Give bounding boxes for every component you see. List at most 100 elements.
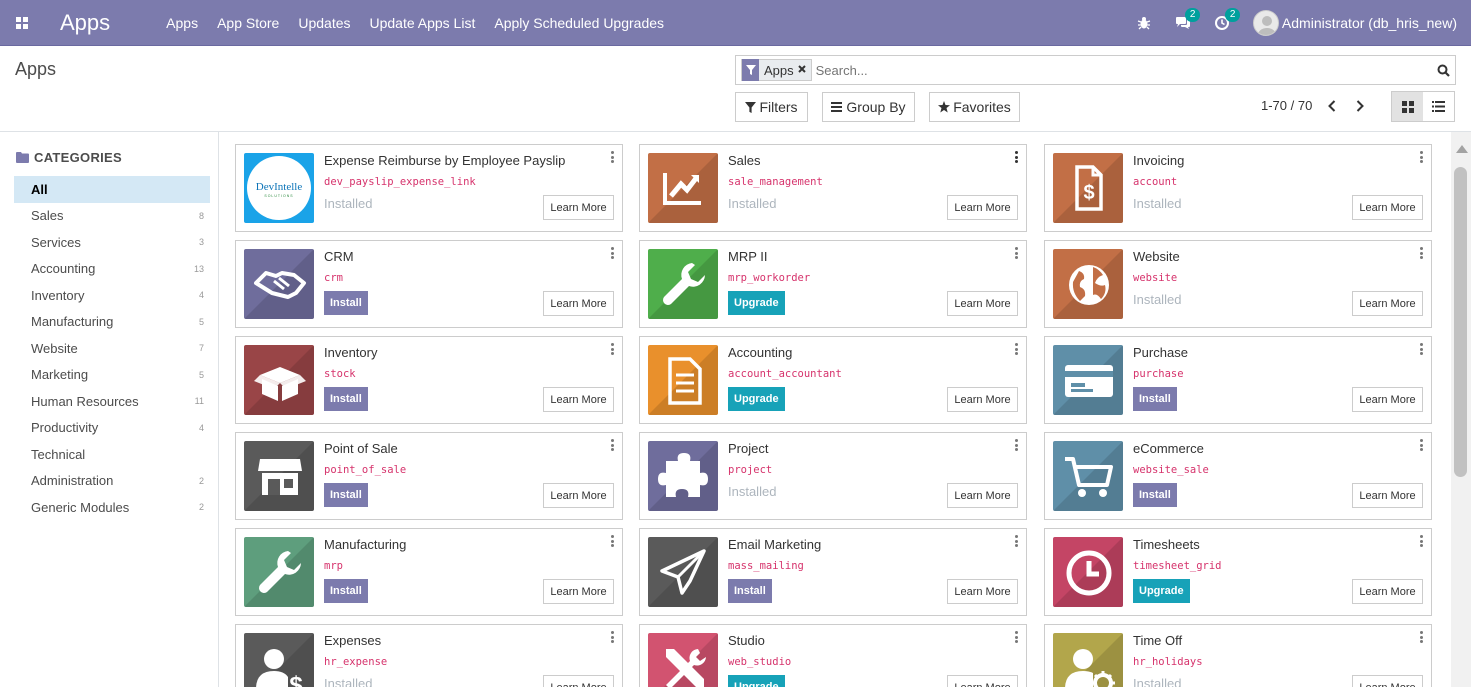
more-options-icon[interactable] [1420,247,1424,259]
install-button[interactable]: Install [1133,483,1177,507]
more-options-icon[interactable] [611,439,615,451]
scroll-up-arrow-icon[interactable] [1456,145,1468,153]
sidebar-item-inventory[interactable]: Inventory 4 [14,282,210,309]
more-options-icon[interactable] [611,151,615,163]
app-card[interactable]: DevIntelle SOLUTIONS Expense Reimburse by … [235,144,623,232]
more-options-icon[interactable] [611,343,615,355]
upgrade-button[interactable]: Upgrade [1133,579,1190,603]
app-card[interactable]: Time Off hr_holidays Installed Learn More [1044,624,1432,687]
learn-more-button[interactable]: Learn More [947,675,1018,687]
sidebar-item-accounting[interactable]: Accounting 13 [14,256,210,283]
install-button[interactable]: Install [324,483,368,507]
learn-more-button[interactable]: Learn More [1352,675,1423,687]
pager-previous-icon[interactable] [1325,98,1339,114]
more-options-icon[interactable] [611,535,615,547]
search-icon[interactable] [1431,64,1455,77]
app-card[interactable]: $ Invoicing account Installed Learn More [1044,144,1432,232]
sidebar-item-manufacturing[interactable]: Manufacturing 5 [14,309,210,336]
more-options-icon[interactable] [1420,343,1424,355]
install-button[interactable]: Install [728,579,772,603]
sidebar-item-services[interactable]: Services 3 [14,229,210,256]
app-card[interactable]: Sales sale_management Installed Learn More [639,144,1027,232]
install-button[interactable]: Install [324,387,368,411]
facet-remove-icon[interactable] [797,64,808,76]
learn-more-button[interactable]: Learn More [947,291,1018,316]
learn-more-button[interactable]: Learn More [543,195,614,220]
more-options-icon[interactable] [1420,439,1424,451]
menu-apps[interactable]: Apps [166,15,198,31]
sidebar-item-generic-modules[interactable]: Generic Modules 2 [14,494,210,521]
apps-menu-icon[interactable] [0,0,44,46]
learn-more-button[interactable]: Learn More [1352,195,1423,220]
sidebar-item-productivity[interactable]: Productivity 4 [14,415,210,442]
install-button[interactable]: Install [1133,387,1177,411]
more-options-icon[interactable] [1015,343,1019,355]
upgrade-button[interactable]: Upgrade [728,675,785,687]
filters-button[interactable]: Filters [735,92,808,122]
pager-next-icon[interactable] [1353,98,1367,114]
menu-updates[interactable]: Updates [298,15,350,31]
more-options-icon[interactable] [1015,535,1019,547]
app-card[interactable]: Website website Installed Learn More [1044,240,1432,328]
app-card[interactable]: Point of Sale point_of_sale Install Learn M… [235,432,623,520]
learn-more-button[interactable]: Learn More [947,483,1018,508]
menu-update-apps-list[interactable]: Update Apps List [370,15,476,31]
learn-more-button[interactable]: Learn More [543,579,614,604]
more-options-icon[interactable] [1015,439,1019,451]
install-button[interactable]: Install [324,291,368,315]
more-options-icon[interactable] [611,247,615,259]
search-input[interactable] [815,62,1431,78]
learn-more-button[interactable]: Learn More [947,579,1018,604]
sidebar-item-technical[interactable]: Technical [14,441,210,468]
more-options-icon[interactable] [1015,151,1019,163]
more-options-icon[interactable] [1420,631,1424,643]
app-card[interactable]: Email Marketing mass_mailing Install Learn … [639,528,1027,616]
sidebar-item-human-resources[interactable]: Human Resources 11 [14,388,210,415]
upgrade-button[interactable]: Upgrade [728,291,785,315]
messages-icon[interactable]: 2 [1175,8,1201,30]
install-button[interactable]: Install [324,579,368,603]
app-card[interactable]: Inventory stock Install Learn More [235,336,623,424]
user-menu[interactable]: Administrator (db_hris_new) [1252,10,1457,36]
learn-more-button[interactable]: Learn More [1352,579,1423,604]
scroll-thumb[interactable] [1454,167,1467,477]
kanban-view-icon[interactable] [1392,92,1423,121]
sidebar-item-sales[interactable]: Sales 8 [14,203,210,230]
activity-clock-icon[interactable]: 2 [1214,8,1241,30]
learn-more-button[interactable]: Learn More [947,387,1018,412]
sidebar-item-website[interactable]: Website 7 [14,335,210,362]
list-view-icon[interactable] [1423,92,1454,121]
learn-more-button[interactable]: Learn More [543,387,614,412]
learn-more-button[interactable]: Learn More [543,675,614,687]
debug-bug-icon[interactable] [1137,16,1151,30]
app-card[interactable]: Manufacturing mrp Install Learn More [235,528,623,616]
pager-value[interactable]: 1-70 / 70 [1261,98,1312,113]
upgrade-button[interactable]: Upgrade [728,387,785,411]
more-options-icon[interactable] [1015,631,1019,643]
app-card[interactable]: eCommerce website_sale Install Learn More [1044,432,1432,520]
more-options-icon[interactable] [611,631,615,643]
menu-apply-scheduled-upgrades[interactable]: Apply Scheduled Upgrades [494,15,664,31]
sidebar-item-marketing[interactable]: Marketing 5 [14,362,210,389]
app-card[interactable]: Purchase purchase Install Learn More [1044,336,1432,424]
app-card[interactable]: Accounting account_accountant Upgrade Learn… [639,336,1027,424]
learn-more-button[interactable]: Learn More [1352,291,1423,316]
learn-more-button[interactable]: Learn More [1352,387,1423,412]
learn-more-button[interactable]: Learn More [1352,483,1423,508]
sidebar-item-all[interactable]: All [14,176,210,203]
learn-more-button[interactable]: Learn More [947,195,1018,220]
more-options-icon[interactable] [1015,247,1019,259]
app-card[interactable]: MRP II mrp_workorder Upgrade Learn More [639,240,1027,328]
app-card[interactable]: Timesheets timesheet_grid Upgrade Learn Mor… [1044,528,1432,616]
more-options-icon[interactable] [1420,151,1424,163]
app-card[interactable]: CRM crm Install Learn More [235,240,623,328]
learn-more-button[interactable]: Learn More [543,483,614,508]
menu-app-store[interactable]: App Store [217,15,279,31]
app-card[interactable]: $ Expenses hr_expense Installed Learn More [235,624,623,687]
favorites-button[interactable]: Favorites [929,92,1020,122]
scrollbar[interactable] [1451,132,1471,687]
app-card[interactable]: Studio web_studio Upgrade Learn More [639,624,1027,687]
group-by-button[interactable]: Group By [822,92,915,122]
learn-more-button[interactable]: Learn More [543,291,614,316]
sidebar-item-administration[interactable]: Administration 2 [14,468,210,495]
